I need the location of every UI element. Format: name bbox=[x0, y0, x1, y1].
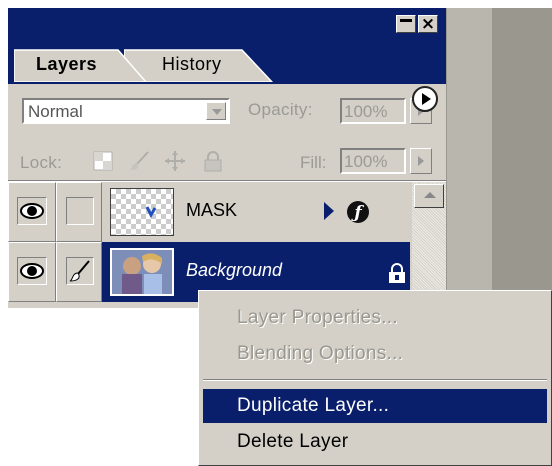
layer-name[interactable]: Background bbox=[186, 260, 282, 281]
lock-transparency-icon[interactable] bbox=[92, 150, 114, 172]
eye-icon bbox=[17, 257, 47, 285]
menu-item-duplicate-layer[interactable]: Duplicate Layer... bbox=[203, 389, 547, 423]
tab-history[interactable]: History bbox=[124, 48, 274, 82]
menu-item-label: Blending Options... bbox=[237, 343, 404, 364]
scroll-up-button[interactable] bbox=[414, 184, 444, 208]
menu-item-delete-layer[interactable]: Delete Layer bbox=[203, 425, 547, 459]
layer-thumbnail bbox=[110, 248, 174, 296]
blend-mode-select[interactable]: Normal bbox=[22, 98, 230, 124]
menu-item-label: Layer Properties... bbox=[237, 307, 398, 328]
tab-layers-label: Layers bbox=[36, 54, 98, 74]
fill-label: Fill: bbox=[300, 153, 327, 172]
close-button[interactable]: × bbox=[418, 14, 438, 34]
blend-mode-value: Normal bbox=[28, 102, 83, 121]
menu-item-label: Duplicate Layer... bbox=[237, 395, 390, 416]
chevron-down-icon[interactable] bbox=[206, 102, 226, 120]
menu-separator bbox=[203, 379, 547, 381]
menu-item-blending-options[interactable]: Blending Options... bbox=[203, 337, 547, 371]
opacity-field[interactable]: 100% bbox=[340, 98, 406, 124]
opacity-value: 100% bbox=[344, 102, 388, 121]
tab-history-label: History bbox=[162, 54, 222, 74]
tab-strip: History Layers bbox=[8, 40, 446, 112]
canvas-background-dark bbox=[492, 8, 552, 308]
layer-row-mask[interactable]: MASK ƒ bbox=[8, 182, 410, 242]
link-toggle[interactable] bbox=[56, 242, 102, 302]
opacity-label: Opacity: bbox=[248, 100, 313, 119]
move-icon[interactable] bbox=[164, 150, 186, 172]
brush-icon bbox=[66, 257, 94, 285]
layer-thumbnail bbox=[110, 188, 174, 236]
brush-icon[interactable] bbox=[128, 150, 150, 172]
expand-effects-icon[interactable] bbox=[324, 202, 334, 220]
layer-context-menu: Layer Properties... Blending Options... … bbox=[198, 290, 552, 466]
menu-item-layer-properties[interactable]: Layer Properties... bbox=[203, 301, 547, 335]
fill-field[interactable]: 100% bbox=[340, 148, 406, 174]
lock-icon[interactable] bbox=[202, 150, 224, 172]
lock-icon bbox=[388, 262, 406, 284]
menu-item-label: Delete Layer bbox=[237, 431, 349, 452]
tab-layers[interactable]: Layers bbox=[14, 48, 146, 82]
eye-icon bbox=[17, 197, 47, 225]
lock-label: Lock: bbox=[20, 153, 63, 172]
visibility-toggle[interactable] bbox=[8, 242, 56, 302]
fill-value: 100% bbox=[344, 152, 388, 171]
link-slot bbox=[66, 197, 94, 225]
layer-effects-icon[interactable]: ƒ bbox=[346, 200, 370, 224]
minimize-button[interactable] bbox=[396, 15, 416, 33]
layer-name[interactable]: MASK bbox=[186, 200, 237, 221]
palette-menu-button[interactable] bbox=[412, 86, 438, 112]
visibility-toggle[interactable] bbox=[8, 182, 56, 242]
close-icon: × bbox=[420, 14, 436, 34]
layers-palette: × History Layers Normal Opacity: 100% Lo… bbox=[8, 8, 447, 308]
palette-titlebar[interactable]: × bbox=[8, 8, 446, 40]
link-toggle[interactable] bbox=[56, 182, 102, 242]
fill-slider-button[interactable] bbox=[410, 148, 432, 174]
